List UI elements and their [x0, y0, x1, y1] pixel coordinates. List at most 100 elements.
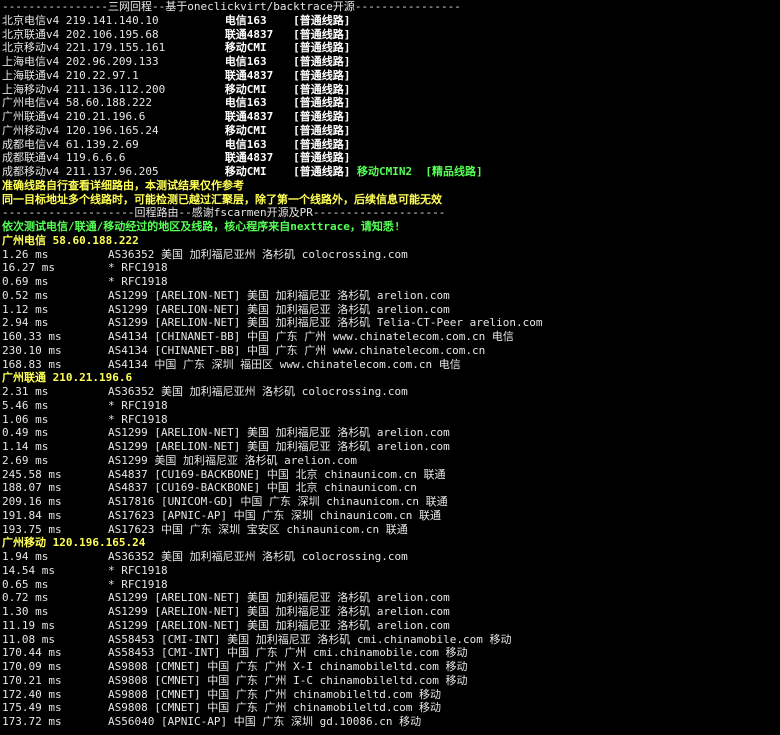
terminal-text-segment: [普通线路]: [293, 137, 351, 151]
terminal-line: 11.19 ms AS1299 [ARELION-NET] 美国 加利福尼亚 洛…: [2, 619, 780, 633]
terminal-text-segment: 16.27 ms * RFC1918: [2, 261, 168, 275]
terminal-text-segment: 168.83 ms AS4134 中国 广东 深圳 福田区 www.chinat…: [2, 357, 461, 371]
terminal-line: 成都联通v4 119.6.6.6 联通4837 [普通线路]: [2, 151, 780, 165]
terminal-text-segment: [普通线路]: [293, 68, 351, 82]
terminal-text-segment: 移动CMI: [224, 41, 294, 55]
terminal-line: 170.44 ms AS58453 [CMI-INT] 中国 广东 广州 cmi…: [2, 646, 780, 660]
terminal-line: 5.46 ms * RFC1918: [2, 399, 780, 413]
terminal-text-segment: --------------------回程路由--感谢fscarmen开源及P…: [2, 206, 446, 220]
terminal-text-segment: 209.16 ms AS17816 [UNICOM-GD] 中国 广东 深圳 c…: [2, 495, 448, 508]
terminal-line: 上海电信v4 202.96.209.133 电信163 [普通线路]: [2, 55, 780, 69]
terminal-text-segment: 广州移动 120.196.165.24: [2, 536, 146, 550]
terminal-text-segment: 0.72 ms AS1299 [ARELION-NET] 美国 加利福尼亚 洛杉…: [2, 591, 450, 605]
terminal-line: 170.09 ms AS9808 [CMNET] 中国 广东 广州 X-I ch…: [2, 660, 780, 674]
terminal-text-segment: 230.10 ms AS4134 [CHINANET-BB] 中国 广东 广州 …: [2, 343, 486, 357]
terminal-text-segment: 0.49 ms AS1299 [ARELION-NET] 美国 加利福尼亚 洛杉…: [2, 426, 450, 440]
terminal-line: ----------------三网回程--基于oneclickvirt/bac…: [2, 0, 780, 14]
terminal-text-segment: [普通线路]: [293, 13, 351, 27]
terminal-text-segment: 电信163: [224, 96, 294, 110]
terminal-line: 1.12 ms AS1299 [ARELION-NET] 美国 加利福尼亚 洛杉…: [2, 303, 780, 317]
terminal-text-segment: 广州联通v4 210.21.196.6: [2, 110, 225, 123]
terminal-line: 广州移动 120.196.165.24: [2, 536, 780, 550]
terminal-line: 依次测试电信/联通/移动经过的地区及线路，核心程序来自nexttrace，请知悉…: [2, 220, 780, 234]
terminal-line: 广州电信 58.60.188.222: [2, 234, 780, 248]
terminal-text-segment: 广州电信v4 58.60.188.222: [2, 96, 225, 110]
terminal-text-segment: 电信163: [224, 55, 294, 68]
terminal-line: 0.72 ms AS1299 [ARELION-NET] 美国 加利福尼亚 洛杉…: [2, 591, 780, 605]
terminal-text-segment: 上海移动v4 211.136.112.200: [2, 82, 225, 96]
terminal-text-segment: 172.40 ms AS9808 [CMNET] 中国 广东 广州 chinam…: [2, 687, 441, 701]
terminal-line: 188.07 ms AS4837 [CU169-BACKBONE] 中国 北京 …: [2, 481, 780, 495]
terminal-text-segment: 1.26 ms AS36352 美国 加利福尼亚州 洛杉矶 colocrossi…: [2, 247, 408, 261]
terminal-text-segment: 175.49 ms AS9808 [CMNET] 中国 广东 广州 chinam…: [2, 701, 441, 715]
terminal-text-segment: 联通4837: [224, 68, 294, 82]
terminal-text-segment: 1.12 ms AS1299 [ARELION-NET] 美国 加利福尼亚 洛杉…: [2, 302, 450, 316]
terminal-text-segment: 联通4837: [224, 110, 294, 123]
terminal-line: 14.54 ms * RFC1918: [2, 564, 780, 578]
terminal-text-segment: 电信163: [224, 13, 294, 27]
terminal-text-segment: 188.07 ms AS4837 [CU169-BACKBONE] 中国 北京 …: [2, 481, 417, 495]
terminal-line: 16.27 ms * RFC1918: [2, 261, 780, 275]
terminal-text-segment: 联通4837: [224, 151, 294, 165]
terminal-line: 1.94 ms AS36352 美国 加利福尼亚州 洛杉矶 colocrossi…: [2, 550, 780, 564]
terminal-line: --------------------回程路由--感谢fscarmen开源及P…: [2, 206, 780, 220]
terminal-text-segment: 170.21 ms AS9808 [CMNET] 中国 广东 广州 I-C ch…: [2, 673, 468, 687]
terminal-text-segment: [普通线路]: [293, 151, 351, 165]
terminal-line: 2.31 ms AS36352 美国 加利福尼亚州 洛杉矶 colocrossi…: [2, 385, 780, 399]
terminal-line: 160.33 ms AS4134 [CHINANET-BB] 中国 广东 广州 …: [2, 330, 780, 344]
terminal-text-segment: 北京联通v4 202.106.195.68: [2, 27, 225, 41]
terminal-text-segment: [普通线路]: [293, 123, 351, 137]
terminal-line: 北京联通v4 202.106.195.68 联通4837 [普通线路]: [2, 28, 780, 42]
terminal-text-segment: 11.08 ms AS58453 [CMI-INT] 美国 加利福尼亚 洛杉矶 …: [2, 632, 512, 646]
terminal-line: 上海移动v4 211.136.112.200 移动CMI [普通线路]: [2, 83, 780, 97]
terminal-text-segment: 同一目标地址多个线路时，可能检测已越过汇聚层，除了第一个线路外，后续信息可能无效: [2, 192, 442, 206]
terminal-text-segment: 1.94 ms AS36352 美国 加利福尼亚州 洛杉矶 colocrossi…: [2, 550, 408, 563]
terminal-text-segment: 依次测试电信/联通/移动经过的地区及线路，核心程序来自nexttrace，请知悉…: [2, 220, 401, 233]
terminal-line: 1.06 ms * RFC1918: [2, 413, 780, 427]
terminal-text-segment: [普通线路]: [293, 96, 351, 110]
terminal-line: 209.16 ms AS17816 [UNICOM-GD] 中国 广东 深圳 c…: [2, 495, 780, 509]
terminal-line: 168.83 ms AS4134 中国 广东 深圳 福田区 www.chinat…: [2, 358, 780, 372]
terminal-text-segment: 11.19 ms AS1299 [ARELION-NET] 美国 加利福尼亚 洛…: [2, 618, 450, 632]
terminal-line: 广州联通 210.21.196.6: [2, 371, 780, 385]
terminal-text-segment: 173.72 ms AS56040 [APNIC-AP] 中国 广东 深圳 gd…: [2, 715, 422, 728]
terminal-line: 1.14 ms AS1299 [ARELION-NET] 美国 加利福尼亚 洛杉…: [2, 440, 780, 454]
terminal-text-segment: 160.33 ms AS4134 [CHINANET-BB] 中国 广东 广州 …: [2, 330, 514, 343]
terminal-text-segment: 191.84 ms AS17623 [APNIC-AP] 中国 广东 深圳 ch…: [2, 508, 441, 522]
terminal-text-segment: 成都联通v4 119.6.6.6: [2, 151, 225, 165]
terminal-line: 1.30 ms AS1299 [ARELION-NET] 美国 加利福尼亚 洛杉…: [2, 605, 780, 619]
terminal-output[interactable]: ----------------三网回程--基于oneclickvirt/bac…: [0, 0, 780, 729]
terminal-text-segment: 245.58 ms AS4837 [CU169-BACKBONE] 中国 北京 …: [2, 467, 446, 481]
terminal-text-segment: [普通线路]: [293, 82, 351, 96]
terminal-text-segment: 2.94 ms AS1299 [ARELION-NET] 美国 加利福尼亚 洛杉…: [2, 316, 543, 330]
terminal-text-segment: 1.14 ms AS1299 [ARELION-NET] 美国 加利福尼亚 洛杉…: [2, 440, 450, 453]
terminal-line: 175.49 ms AS9808 [CMNET] 中国 广东 广州 chinam…: [2, 701, 780, 715]
terminal-text-segment: 广州电信 58.60.188.222: [2, 233, 139, 247]
terminal-text-segment: 2.69 ms AS1299 美国 加利福尼亚 洛杉矶 arelion.com: [2, 453, 358, 467]
terminal-text-segment: 1.30 ms AS1299 [ARELION-NET] 美国 加利福尼亚 洛杉…: [2, 605, 450, 618]
terminal-text-segment: 电信163: [224, 137, 294, 151]
terminal-line: 2.94 ms AS1299 [ARELION-NET] 美国 加利福尼亚 洛杉…: [2, 316, 780, 330]
terminal-text-segment: 170.44 ms AS58453 [CMI-INT] 中国 广东 广州 cmi…: [2, 646, 468, 660]
terminal-line: 1.26 ms AS36352 美国 加利福尼亚州 洛杉矶 colocrossi…: [2, 248, 780, 262]
terminal-line: 成都移动v4 211.137.96.205 移动CMI [普通线路] 移动CMI…: [2, 165, 780, 179]
terminal-line: 230.10 ms AS4134 [CHINANET-BB] 中国 广东 广州 …: [2, 344, 780, 358]
terminal-line: 成都电信v4 61.139.2.69 电信163 [普通线路]: [2, 138, 780, 152]
terminal-text-segment: 上海电信v4 202.96.209.133: [2, 55, 225, 68]
terminal-text-segment: 上海联通v4 210.22.97.1: [2, 68, 225, 82]
terminal-line: 170.21 ms AS9808 [CMNET] 中国 广东 广州 I-C ch…: [2, 674, 780, 688]
terminal-line: 广州移动v4 120.196.165.24 移动CMI [普通线路]: [2, 124, 780, 138]
terminal-text-segment: 0.69 ms * RFC1918: [2, 275, 168, 288]
terminal-text-segment: 193.75 ms AS17623 中国 广东 深圳 宝安区 chinaunic…: [2, 522, 408, 536]
terminal-line: 准确线路自行查看详细路由，本测试结果仅作参考: [2, 179, 780, 193]
terminal-text-segment: 2.31 ms AS36352 美国 加利福尼亚州 洛杉矶 colocrossi…: [2, 385, 408, 398]
terminal-text-segment: 准确线路自行查看详细路由，本测试结果仅作参考: [2, 178, 244, 192]
terminal-line: 上海联通v4 210.22.97.1 联通4837 [普通线路]: [2, 69, 780, 83]
terminal-text-segment: 北京电信v4 219.141.140.10: [2, 13, 225, 27]
terminal-text-segment: 北京移动v4 221.179.155.161: [2, 41, 225, 55]
terminal-line: 2.69 ms AS1299 美国 加利福尼亚 洛杉矶 arelion.com: [2, 454, 780, 468]
terminal-text-segment: [普通线路]: [293, 110, 351, 123]
terminal-line: 北京移动v4 221.179.155.161 移动CMI [普通线路]: [2, 41, 780, 55]
terminal-line: 11.08 ms AS58453 [CMI-INT] 美国 加利福尼亚 洛杉矶 …: [2, 633, 780, 647]
terminal-line: 0.52 ms AS1299 [ARELION-NET] 美国 加利福尼亚 洛杉…: [2, 289, 780, 303]
